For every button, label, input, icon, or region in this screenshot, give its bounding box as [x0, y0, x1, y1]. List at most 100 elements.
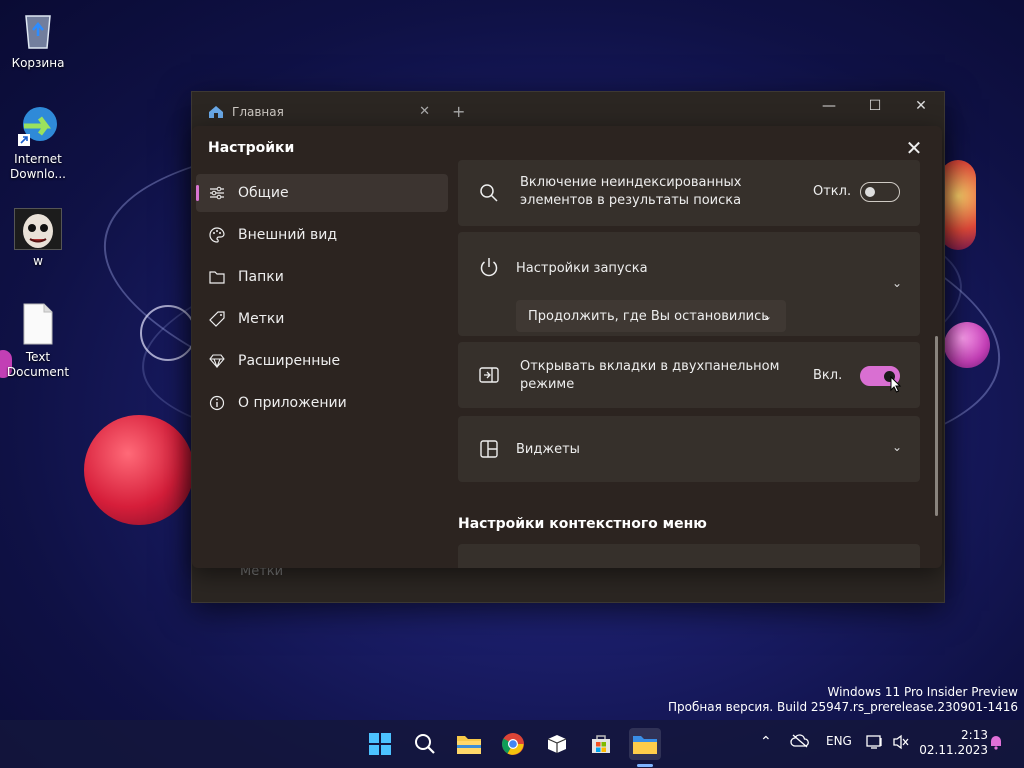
notification-bell-icon[interactable]: [988, 734, 1004, 753]
nav-item-advanced[interactable]: Расширенные: [196, 342, 448, 380]
nav-item-general[interactable]: Общие: [196, 174, 448, 212]
gem-icon: [208, 352, 226, 370]
nav-item-folders[interactable]: Папки: [196, 258, 448, 296]
settings-dialog: Настройки ✕ Общие Внешний вид Папки Метк…: [192, 126, 942, 568]
desktop-icon-text-document[interactable]: Text Document: [2, 302, 74, 380]
dual-pane-state-text: Вкл.: [813, 368, 843, 383]
chevron-down-icon[interactable]: ⌄: [892, 440, 902, 454]
chevron-down-icon: ⌄: [762, 309, 772, 323]
chrome-icon: [502, 733, 524, 755]
sliders-icon: [208, 184, 226, 202]
folder-icon: [208, 268, 226, 286]
settings-content: Включение неиндексированных элементов в …: [458, 160, 920, 568]
dialog-close-button[interactable]: ✕: [902, 136, 926, 160]
card-context-menu: [458, 544, 920, 568]
info-icon: [208, 394, 226, 412]
search-icon: [478, 182, 500, 204]
widgets-label: Виджеты: [516, 442, 580, 457]
cloud-offline-icon[interactable]: [790, 734, 810, 751]
language-indicator[interactable]: ENG: [826, 734, 852, 748]
search-button[interactable]: [409, 728, 441, 760]
new-tab-button[interactable]: +: [452, 102, 465, 121]
desktop-icon-label: w: [33, 254, 43, 268]
package-button[interactable]: [541, 728, 573, 760]
palette-icon: [208, 226, 226, 244]
desktop-icon-internet-download-manager[interactable]: Internet Downlo...: [2, 104, 74, 182]
nav-item-appearance[interactable]: Внешний вид: [196, 216, 448, 254]
active-app-indicator: [637, 764, 653, 767]
text-document-icon: [16, 302, 60, 346]
chevron-up-icon[interactable]: ⌃: [760, 734, 772, 750]
dual-pane-label: Открывать вкладки в двухпанельном режиме: [520, 359, 780, 392]
tab-close-icon[interactable]: ✕: [419, 104, 430, 119]
settings-nav: Общие Внешний вид Папки Метки Расширенны…: [196, 174, 448, 426]
file-explorer-button[interactable]: [453, 728, 485, 760]
unindexed-label: Включение неиндексированных элементов в …: [520, 175, 742, 208]
widgets-icon: [478, 438, 500, 460]
scrollbar[interactable]: [935, 336, 938, 516]
windows-watermark: Windows 11 Pro Insider Preview Пробная в…: [668, 685, 1018, 715]
desktop-icon-w[interactable]: w: [2, 208, 74, 269]
startup-dropdown[interactable]: Продолжить, где Вы остановились ⌄: [516, 300, 786, 332]
recycle-bin-icon: [16, 8, 60, 52]
internet-download-manager-icon: [16, 104, 60, 148]
nav-label: Внешний вид: [238, 227, 338, 243]
nav-item-tags[interactable]: Метки: [196, 300, 448, 338]
red-planet-decoration: [84, 415, 194, 525]
tab-bar: Главная ✕ + — ☐ ✕: [192, 92, 944, 126]
desktop-icon-label: Корзина: [11, 56, 65, 70]
tab-title: Главная: [232, 105, 284, 119]
ring-decoration: [140, 305, 196, 361]
store-icon: [592, 735, 610, 753]
clock[interactable]: 2:13 02.11.2023: [919, 728, 988, 758]
card-startup-settings: Настройки запуска ⌄ Продолжить, где Вы о…: [458, 232, 920, 336]
minimize-button[interactable]: —: [806, 98, 852, 120]
taskbar: ⌃ ENG 2:13 02.11.2023: [0, 720, 1024, 768]
nav-label: Расширенные: [238, 353, 341, 369]
start-icon: [369, 733, 391, 755]
chrome-button[interactable]: [497, 728, 529, 760]
dialog-title: Настройки: [208, 140, 295, 156]
tag-icon: [208, 310, 226, 328]
card-widgets[interactable]: Виджеты ⌄: [458, 416, 920, 482]
card-unindexed-items: Включение неиндексированных элементов в …: [458, 160, 920, 226]
nav-label: Метки: [238, 311, 285, 327]
startup-dropdown-value: Продолжить, где Вы остановились: [528, 308, 769, 324]
search-icon: [415, 734, 435, 754]
desktop-icon-label: Text Document: [6, 350, 70, 379]
clock-time: 2:13: [961, 728, 988, 742]
card-dual-pane: Открывать вкладки в двухпанельном режиме…: [458, 342, 920, 408]
package-icon: [547, 735, 567, 753]
desktop-icon-label: Internet Downlo...: [10, 152, 66, 181]
pink-planet-decoration: [944, 322, 990, 368]
close-window-button[interactable]: ✕: [898, 98, 944, 120]
startup-label: Настройки запуска: [516, 261, 648, 276]
unindexed-toggle[interactable]: [860, 182, 900, 202]
store-button[interactable]: [585, 728, 617, 760]
nav-label: Общие: [238, 185, 289, 201]
home-icon: [209, 106, 223, 118]
tab-home[interactable]: Главная ✕: [200, 98, 438, 126]
files-app-icon: [633, 736, 657, 754]
nav-label: Папки: [238, 269, 284, 285]
files-app-window: Главная ✕ + — ☐ ✕ Метки Настройки ✕ Общи…: [191, 91, 945, 603]
network-icon[interactable]: [866, 734, 884, 753]
file-explorer-icon: [457, 736, 481, 754]
desktop-icon-recycle-bin[interactable]: Корзина: [2, 8, 74, 71]
nav-item-about[interactable]: О приложении: [196, 384, 448, 422]
nav-label: О приложении: [238, 395, 347, 411]
files-app-button[interactable]: [629, 728, 661, 760]
maximize-button[interactable]: ☐: [852, 98, 898, 120]
clock-date: 02.11.2023: [919, 743, 988, 757]
chevron-down-icon[interactable]: ⌄: [892, 276, 902, 290]
face-image-icon: [14, 208, 62, 250]
watermark-line: Пробная версия. Build 25947.rs_prereleas…: [668, 700, 1018, 714]
orange-planet-decoration: [940, 160, 976, 250]
context-menu-section-title: Настройки контекстного меню: [458, 516, 707, 532]
power-icon: [478, 256, 500, 278]
unindexed-state-text: Откл.: [813, 184, 852, 199]
start-button[interactable]: [364, 728, 396, 760]
volume-muted-icon[interactable]: [892, 734, 910, 753]
watermark-line: Windows 11 Pro Insider Preview: [827, 685, 1018, 699]
dual-pane-icon: [478, 364, 500, 386]
